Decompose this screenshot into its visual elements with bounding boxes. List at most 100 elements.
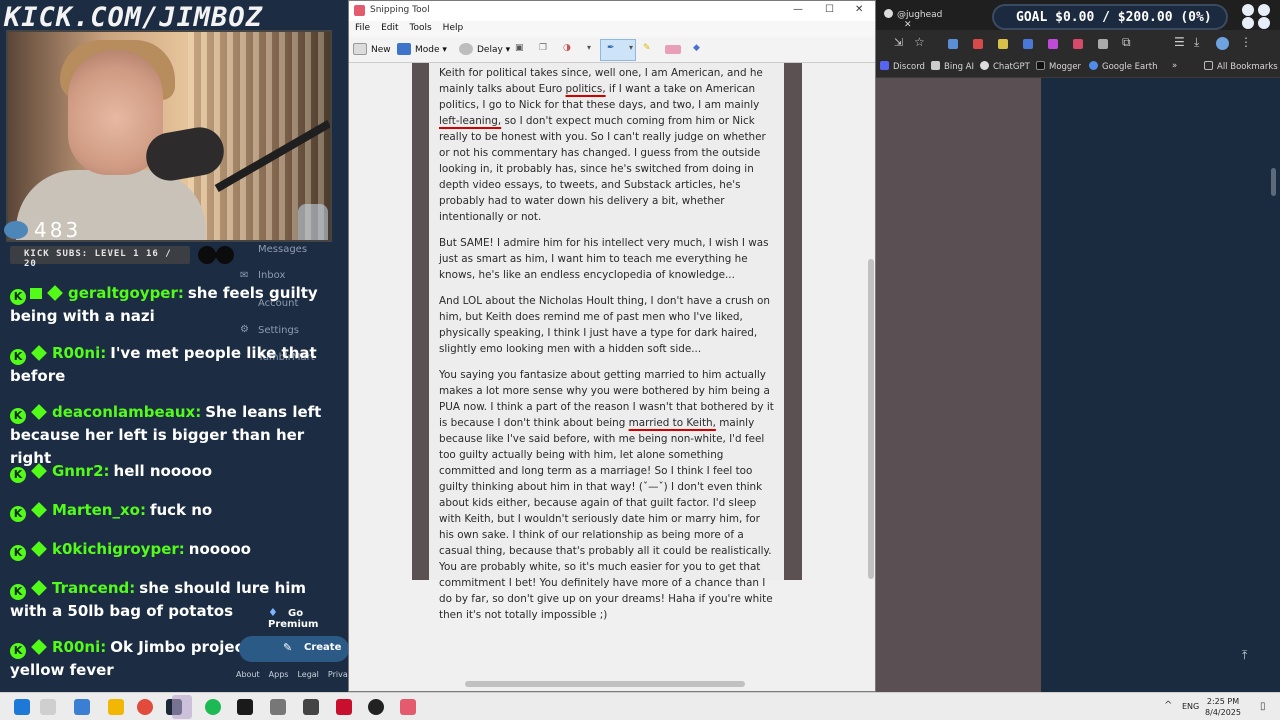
chat-username[interactable]: geraltgoyper:	[68, 284, 184, 302]
browser-tab[interactable]: @jughead ✕	[878, 4, 970, 30]
all-bookmarks-button[interactable]: All Bookmarks	[1204, 61, 1278, 72]
active-app-highlight	[172, 695, 192, 719]
bookmark-label: ChatGPT	[993, 62, 1030, 72]
page-scrollbar[interactable]	[1269, 78, 1280, 692]
vertical-scroll-thumb[interactable]	[868, 259, 874, 579]
page-background	[876, 78, 1041, 692]
extension-icon[interactable]	[1073, 39, 1083, 49]
mode-button[interactable]: Mode ▾	[397, 43, 447, 55]
pen-dropdown-icon[interactable]: ▾	[629, 43, 633, 52]
mod-badge-icon	[30, 288, 42, 299]
snipping-tool-taskbar-icon[interactable]	[400, 699, 416, 715]
bookmark-bing-ai[interactable]: Bing AI	[931, 61, 974, 72]
system-clock[interactable]: 2:25 PM 8/4/2025	[1200, 696, 1246, 718]
extension-icon[interactable]	[973, 39, 983, 49]
bookmark-mogger[interactable]: Mogger	[1036, 61, 1081, 72]
new-snip-button[interactable]: New	[353, 43, 391, 55]
extension-icon[interactable]	[1048, 39, 1058, 49]
clock-time: 2:25 PM	[1206, 697, 1240, 706]
bookmark-discord[interactable]: Discord	[880, 61, 925, 72]
send-icon[interactable]: ◑	[563, 43, 571, 53]
chat-username[interactable]: deaconlambeaux:	[52, 403, 201, 421]
task-view-icon[interactable]	[40, 699, 56, 715]
chat-username[interactable]: R00ni:	[52, 638, 106, 656]
folder-icon	[1204, 61, 1213, 70]
horizontal-scrollbar[interactable]	[349, 677, 867, 691]
sub-badge-icon: K	[10, 467, 26, 483]
new-label: New	[371, 45, 391, 55]
spotify-icon[interactable]	[205, 699, 221, 715]
file-explorer-app-icon[interactable]	[108, 699, 124, 715]
highlighter-icon[interactable]: ✎	[643, 43, 651, 53]
chrome-icon[interactable]	[137, 699, 153, 715]
horizontal-scroll-thumb[interactable]	[465, 681, 745, 687]
clock-date: 8/4/2025	[1205, 708, 1241, 717]
profile-avatar[interactable]	[1216, 37, 1229, 50]
create-button[interactable]: ✎ Create	[239, 636, 349, 662]
chat-username[interactable]: R00ni:	[52, 344, 106, 362]
scroll-to-top-icon[interactable]: ⤒	[1242, 648, 1256, 662]
bookmark-label: Mogger	[1049, 62, 1082, 72]
star-icon[interactable]: ☆	[914, 35, 925, 49]
chat-username[interactable]: Trancend:	[52, 579, 135, 597]
language-indicator[interactable]: ENG	[1182, 702, 1199, 711]
save-icon[interactable]: ▣	[515, 43, 524, 53]
footer-link-legal[interactable]: Legal	[297, 670, 318, 679]
download-icon[interactable]: ⤓	[1194, 35, 1199, 50]
extension-icon[interactable]	[1023, 39, 1033, 49]
extension-icon[interactable]	[948, 39, 958, 49]
red-underline-annotation: politics,	[565, 83, 606, 95]
chat-message: Kk0kichigroyper: nooooo	[10, 538, 340, 561]
eraser-icon[interactable]	[665, 45, 681, 54]
bookmark-google-earth[interactable]: Google Earth	[1089, 61, 1157, 72]
page-content-panel	[1041, 78, 1269, 692]
go-premium-button[interactable]: ♦ Go Premium	[240, 604, 350, 630]
footer-link-apps[interactable]: Apps	[269, 670, 289, 679]
adobe-icon[interactable]	[336, 699, 352, 715]
start-icon[interactable]	[14, 699, 30, 715]
bookmark-chatgpt[interactable]: ChatGPT	[980, 61, 1030, 72]
footer-link-privacy[interactable]: Privac	[328, 670, 350, 679]
doc-paragraph-1: Keith for political takes since, well on…	[439, 65, 776, 225]
menu-edit[interactable]: Edit	[381, 23, 398, 33]
footer-link-about[interactable]: About	[236, 670, 260, 679]
menu-tools[interactable]: Tools	[410, 23, 432, 33]
tab-close-icon[interactable]: ✕	[904, 20, 912, 30]
notification-icon[interactable]: ▯	[1260, 701, 1266, 712]
chat-message: K Marten_xo: fuck no	[10, 499, 340, 522]
gem-badge-icon	[31, 580, 47, 596]
github-icon[interactable]	[368, 699, 384, 715]
install-icon[interactable]: ⇲	[894, 36, 903, 49]
app-icon[interactable]	[270, 699, 286, 715]
more-menu-icon[interactable]: ⋮	[1240, 35, 1252, 49]
extensions-puzzle-icon[interactable]: ⧉	[1122, 35, 1131, 50]
minimize-icon[interactable]: —	[793, 4, 803, 15]
chat-username[interactable]: Gnnr2:	[52, 462, 110, 480]
vertical-scrollbar[interactable]	[867, 63, 875, 677]
page-scroll-thumb[interactable]	[1271, 168, 1276, 196]
extension-icon[interactable]	[998, 39, 1008, 49]
close-icon[interactable]: ✕	[855, 4, 863, 15]
maximize-icon[interactable]: ☐	[825, 4, 834, 15]
file-explorer-icon[interactable]	[74, 699, 90, 715]
send-dropdown-icon[interactable]: ▾	[587, 43, 591, 52]
bookmark-label: Google Earth	[1102, 62, 1158, 72]
extension-icon[interactable]	[1098, 39, 1108, 49]
copy-icon[interactable]: ❐	[539, 43, 547, 53]
obs-icon[interactable]	[303, 699, 319, 715]
gem-badge-icon	[47, 285, 63, 301]
discord-icon	[880, 61, 889, 70]
doc-paragraph-2: But SAME! I admire him for his intellect…	[439, 237, 769, 281]
gem-badge-icon	[31, 463, 47, 479]
menu-help[interactable]: Help	[443, 23, 464, 33]
terminal-icon[interactable]	[237, 699, 253, 715]
delay-button[interactable]: Delay ▾	[459, 43, 510, 55]
chat-username[interactable]: k0kichigroyper:	[52, 540, 185, 558]
chevron-right-icon[interactable]: »	[1172, 61, 1177, 71]
menu-file[interactable]: File	[355, 23, 370, 33]
reading-list-icon[interactable]: ☰	[1174, 35, 1185, 49]
chevron-up-icon[interactable]: ^	[1164, 700, 1172, 711]
paint-3d-icon[interactable]: ◆	[693, 43, 700, 53]
globe-icon	[884, 9, 893, 18]
chat-username[interactable]: Marten_xo:	[52, 501, 146, 519]
